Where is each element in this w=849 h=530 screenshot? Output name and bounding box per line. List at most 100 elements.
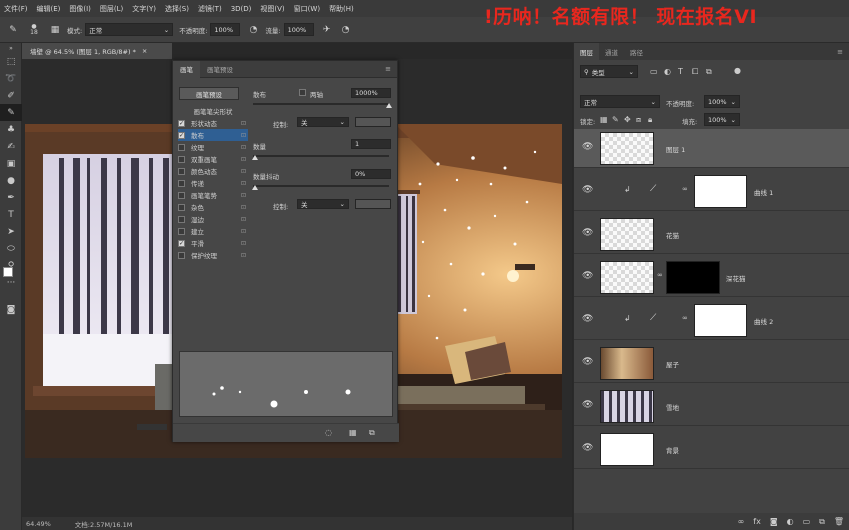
lock-icon[interactable]: ⊡ [241, 192, 246, 199]
lock-icon[interactable]: ⊡ [241, 132, 246, 139]
visibility-eye-icon[interactable]: 👁︎ [582, 400, 593, 410]
brush-setting-item[interactable]: 传递 ⊡ [178, 177, 248, 189]
brush-tool-icon[interactable]: ✎ [6, 23, 20, 37]
layer-thumbnail[interactable] [600, 132, 654, 165]
brush-setting-checkbox[interactable] [178, 143, 185, 151]
path-selection-tool-icon[interactable]: ➤ [0, 223, 22, 240]
lock-all-icon[interactable]: 🔒︎ [648, 115, 652, 125]
count-jitter-slider-knob[interactable] [252, 185, 258, 190]
brush-setting-checkbox[interactable] [178, 227, 185, 235]
layer-mask-thumbnail[interactable] [666, 261, 720, 294]
layer-effects-icon[interactable]: fx [753, 517, 761, 526]
brush-setting-checkbox[interactable]: ✓ [178, 239, 185, 247]
control2-select[interactable]: 关 ⌄ [297, 199, 349, 209]
close-icon[interactable]: × [142, 47, 147, 55]
brush-setting-item[interactable]: ✓ 形状动态 ⊡ [178, 117, 248, 129]
menu-item[interactable]: 窗口(W) [294, 4, 320, 14]
layer-name[interactable]: 雪地 [666, 402, 679, 412]
lock-pixels-icon[interactable]: ✎ [612, 115, 619, 124]
menu-item[interactable]: 视图(V) [260, 4, 284, 14]
layer-row[interactable]: 👁︎ 雪地 [574, 387, 849, 426]
layer-row[interactable]: 👁︎ 图层 1 [574, 129, 849, 168]
lock-icon[interactable]: ⊡ [241, 216, 246, 223]
layer-name[interactable]: 曲线 2 [754, 316, 773, 326]
lock-icon[interactable]: ⊡ [241, 180, 246, 187]
menu-item[interactable]: 帮助(H) [329, 4, 354, 14]
lock-position-icon[interactable]: ✥ [624, 115, 631, 124]
brush-setting-checkbox[interactable] [178, 167, 185, 175]
lock-icon[interactable]: ⊡ [241, 240, 246, 247]
layer-row[interactable]: 👁︎ ↲ ⟋ ∞ 曲线 2 [574, 301, 849, 340]
layer-row[interactable]: 👁︎ 背景 [574, 430, 849, 469]
brush-setting-item[interactable]: 纹理 ⊡ [178, 141, 248, 153]
brush-setting-checkbox[interactable] [178, 179, 185, 187]
visibility-eye-icon[interactable]: 👁︎ [582, 228, 593, 238]
visibility-eye-icon[interactable]: 👁︎ [582, 443, 593, 453]
new-group-icon[interactable]: ▭ [803, 517, 811, 526]
flow-input[interactable]: 100% [283, 23, 314, 36]
quick-mask-icon[interactable]: ◙ [0, 301, 22, 318]
scatter-slider-knob[interactable] [386, 103, 392, 108]
zoom-level[interactable]: 64.49% [26, 520, 51, 528]
lock-icon[interactable]: ⊡ [241, 228, 246, 235]
layer-thumbnail[interactable] [600, 390, 654, 423]
lock-icon[interactable]: ⊡ [241, 252, 246, 259]
brush-grid-icon[interactable]: ▦ [349, 428, 357, 437]
layer-name[interactable]: 花猫 [666, 230, 679, 240]
brush-setting-checkbox[interactable]: ✓ [178, 131, 185, 139]
brush-setting-checkbox[interactable] [178, 215, 185, 223]
shape-tool-icon[interactable]: ⬭ [0, 240, 22, 257]
brush-presets-button[interactable]: 画笔预设 [179, 87, 239, 100]
lock-icon[interactable]: ⊡ [241, 168, 246, 175]
menu-item[interactable]: 编辑(E) [37, 4, 61, 14]
lock-icon[interactable]: ⊡ [241, 156, 246, 163]
layer-name[interactable]: 背景 [666, 445, 679, 455]
brush-setting-checkbox[interactable] [178, 155, 185, 163]
new-adjustment-icon[interactable]: ◐ [787, 517, 794, 526]
tab-paths[interactable]: 路径 [624, 43, 649, 60]
brush-panel-toggle-icon[interactable]: ▦ [48, 23, 62, 37]
delete-layer-icon[interactable]: 🗑︎ [834, 517, 844, 526]
opacity-input[interactable]: 100% [210, 23, 241, 36]
pressure-size-icon[interactable]: ◔ [339, 23, 353, 37]
layer-thumbnail[interactable] [600, 261, 654, 294]
filter-adjustment-icon[interactable]: ◐ [664, 67, 671, 76]
visibility-eye-icon[interactable]: 👁︎ [582, 357, 593, 367]
layer-row[interactable]: 👁︎ ∞ 深花猫 [574, 258, 849, 297]
eyedropper-tool-icon[interactable]: ✐ [0, 87, 22, 104]
mode-select[interactable]: 正常 ⌄ [85, 23, 174, 36]
lock-artboard-icon[interactable]: ⧈ [636, 115, 641, 125]
menu-item[interactable]: 文字(Y) [132, 4, 156, 14]
brush-setting-item[interactable]: ✓ 散布 ⊡ [178, 129, 248, 141]
mask-link-icon[interactable]: ∞ [682, 185, 688, 193]
panel-menu-icon[interactable]: ≡ [385, 65, 391, 73]
visibility-eye-icon[interactable]: 👁︎ [582, 314, 593, 324]
layer-name[interactable]: 深花猫 [726, 273, 746, 283]
menu-item[interactable]: 滤镜(T) [198, 4, 222, 14]
mask-link-icon[interactable]: ∞ [657, 271, 663, 279]
brush-setting-checkbox[interactable] [178, 191, 185, 199]
layer-name[interactable]: 曲线 1 [754, 187, 773, 197]
visibility-eye-icon[interactable]: 👁︎ [582, 271, 593, 281]
layer-kind-filter[interactable]: ⚲ 类型 ⌄ [580, 65, 638, 78]
new-brush-icon[interactable]: ⧉ [369, 428, 375, 438]
count-slider[interactable] [253, 155, 389, 157]
brush-tip-shape-header[interactable]: 画笔笔尖形状 [178, 105, 248, 117]
control-select[interactable]: 关 ⌄ [297, 117, 349, 127]
count-jitter-input[interactable]: 0% [351, 169, 391, 179]
brush-setting-item[interactable]: 画笔笔势 ⊡ [178, 189, 248, 201]
lock-icon[interactable]: ⊡ [241, 204, 246, 211]
history-brush-tool-icon[interactable]: ✍ [0, 138, 22, 155]
layer-name[interactable]: 屋子 [666, 359, 679, 369]
brush-setting-item[interactable]: 保护纹理 ⊡ [178, 249, 248, 261]
blend-mode-select[interactable]: 正常 ⌄ [580, 95, 660, 108]
layer-row[interactable]: 👁︎ ↲ ⟋ ∞ 曲线 1 [574, 172, 849, 211]
panel-menu-icon[interactable]: ≡ [837, 48, 843, 56]
foreground-color-swatch[interactable] [3, 267, 13, 277]
tab-channels[interactable]: 通道 [599, 43, 624, 60]
gradient-tool-icon[interactable]: ▣ [0, 155, 22, 172]
toggle-live-tip-icon[interactable]: ◌ [325, 428, 332, 437]
dodge-tool-icon[interactable]: ● [0, 172, 22, 189]
menu-item[interactable]: 图像(I) [69, 4, 91, 14]
visibility-eye-icon[interactable]: 👁︎ [582, 185, 593, 195]
